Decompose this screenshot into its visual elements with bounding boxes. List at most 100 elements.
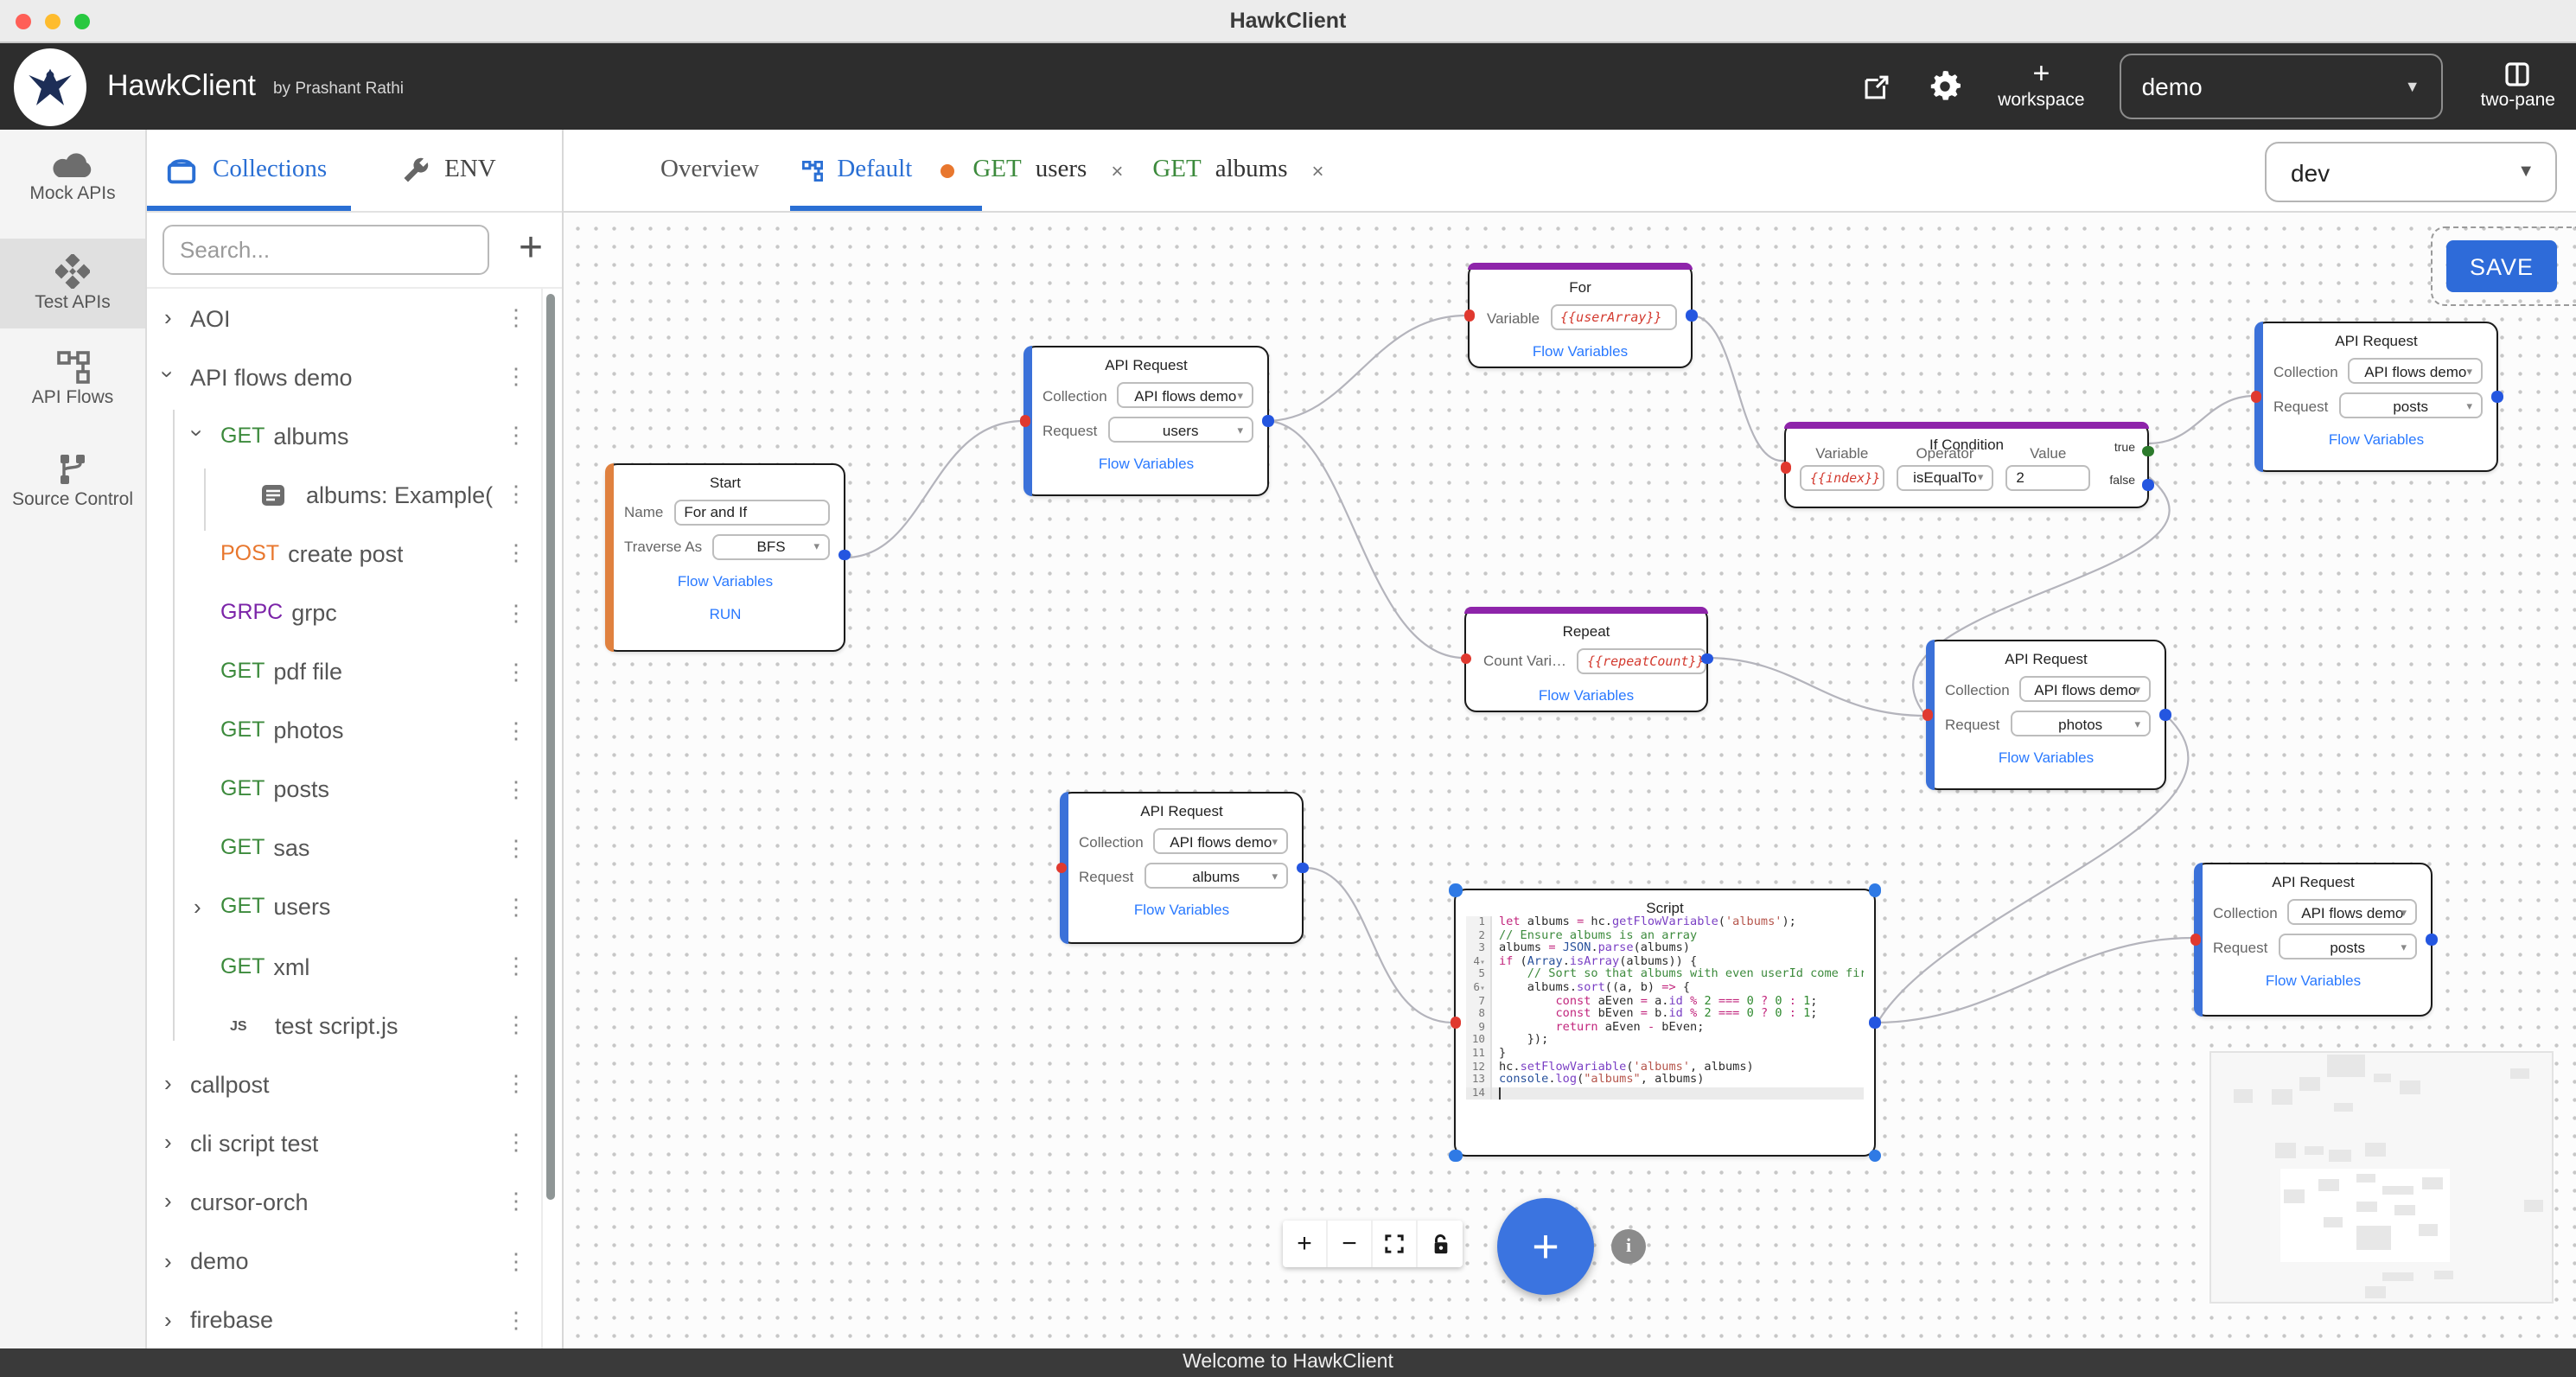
- tree-item-albums[interactable]: ›GETalbums⋮: [147, 406, 562, 465]
- tree-item-sas[interactable]: GETsas⋮: [147, 819, 562, 878]
- resize-handle[interactable]: [1449, 1149, 1462, 1162]
- tree-item-callpost[interactable]: ›callpost⋮: [147, 1055, 562, 1113]
- kebab-menu-icon[interactable]: ⋮: [505, 599, 527, 627]
- api-request-node-posts_top[interactable]: API Request Collection API flows demo▾ R…: [2254, 322, 2498, 472]
- chevron-down-icon[interactable]: ›: [155, 371, 181, 379]
- tab-default-flow[interactable]: Default: [802, 156, 912, 185]
- flow-canvas[interactable]: SAVE Start Name For and If Traverse As B…: [564, 213, 2576, 1348]
- tree-item-create-post[interactable]: POSTcreate post⋮: [147, 525, 562, 583]
- input-port[interactable]: [1780, 462, 1791, 473]
- tree-item-firebase[interactable]: ›firebase⋮: [147, 1291, 562, 1348]
- request-select[interactable]: photos▾: [2010, 711, 2151, 736]
- settings-gear-icon[interactable]: [1929, 71, 1960, 102]
- tab-overview[interactable]: Overview: [660, 156, 759, 185]
- input-port[interactable]: [1922, 710, 1933, 721]
- false-output-port[interactable]: [2142, 479, 2153, 490]
- search-input[interactable]: [163, 225, 489, 275]
- request-select[interactable]: posts▾: [2278, 934, 2417, 959]
- operator-select[interactable]: isEqualTo▾: [1897, 464, 1994, 490]
- flow-variables-link[interactable]: Flow Variables: [1928, 749, 2165, 766]
- tree-item-test-script-js[interactable]: JStest script.js⋮: [147, 996, 562, 1055]
- tree-item-posts[interactable]: GETposts⋮: [147, 761, 562, 819]
- kebab-menu-icon[interactable]: ⋮: [505, 1247, 527, 1275]
- kebab-menu-icon[interactable]: ⋮: [505, 658, 527, 685]
- name-input[interactable]: For and If: [673, 499, 830, 525]
- rail-item-test-apis[interactable]: Test APIs: [0, 239, 145, 328]
- chevron-right-icon[interactable]: ›: [164, 1070, 172, 1096]
- output-port[interactable]: [1869, 1017, 1880, 1029]
- kebab-menu-icon[interactable]: ⋮: [505, 1306, 527, 1334]
- chevron-right-icon[interactable]: ›: [164, 1130, 172, 1156]
- tree-item-cli-script-test[interactable]: ›cli script test⋮: [147, 1114, 562, 1173]
- chevron-right-icon[interactable]: ›: [164, 1189, 172, 1214]
- resize-handle[interactable]: [1868, 1149, 1881, 1162]
- kebab-menu-icon[interactable]: ⋮: [505, 1189, 527, 1216]
- resize-handle[interactable]: [1868, 883, 1881, 896]
- chevron-right-icon[interactable]: ›: [164, 1306, 172, 1332]
- output-port[interactable]: [2159, 710, 2171, 721]
- open-in-new-icon[interactable]: [1861, 72, 1891, 101]
- info-button[interactable]: i: [1611, 1229, 1646, 1264]
- tab-env[interactable]: ENV: [403, 156, 496, 185]
- zoom-out-button[interactable]: −: [1328, 1221, 1373, 1267]
- kebab-menu-icon[interactable]: ⋮: [505, 363, 527, 391]
- tab-get-users[interactable]: GET users ×: [972, 156, 1123, 185]
- flow-variables-link[interactable]: Flow Variables: [1470, 342, 1691, 360]
- minimap[interactable]: [2209, 1051, 2554, 1304]
- repeat-node[interactable]: Repeat Count Vari… {{repeatCount}} Flow …: [1464, 606, 1708, 711]
- tab-collections[interactable]: Collections: [166, 156, 327, 185]
- input-port[interactable]: [2190, 934, 2201, 946]
- environment-select[interactable]: dev ▼: [2265, 142, 2557, 202]
- workspace-select[interactable]: demo ▼: [2120, 54, 2443, 119]
- flow-variables-link[interactable]: Flow Variables: [1025, 455, 1267, 472]
- rail-item-api-flows[interactable]: API Flows: [0, 344, 145, 419]
- kebab-menu-icon[interactable]: ⋮: [505, 835, 527, 863]
- kebab-menu-icon[interactable]: ⋮: [505, 717, 527, 744]
- input-port[interactable]: [2250, 392, 2261, 403]
- api-request-node-posts_bottom[interactable]: API Request Collection API flows demo▾ R…: [2194, 863, 2433, 1017]
- add-node-fab[interactable]: +: [1497, 1198, 1594, 1295]
- flow-variables-link[interactable]: Flow Variables: [1466, 685, 1706, 703]
- output-port[interactable]: [1701, 653, 1712, 665]
- collection-select[interactable]: API flows demo▾: [2288, 899, 2417, 925]
- tree-item-demo[interactable]: ›demo⋮: [147, 1232, 562, 1291]
- input-port[interactable]: [1460, 653, 1471, 665]
- input-port[interactable]: [1450, 1017, 1461, 1029]
- collection-select[interactable]: API flows demo▾: [1154, 828, 1288, 854]
- add-workspace-button[interactable]: + workspace: [1998, 62, 2084, 111]
- collection-select[interactable]: API flows demo▾: [2020, 676, 2151, 702]
- collection-select[interactable]: API flows demo▾: [1118, 382, 1253, 408]
- variable-input[interactable]: {{userArray}}: [1550, 304, 1677, 330]
- api-request-node-users[interactable]: API Request Collection API flows demo▾ R…: [1023, 346, 1269, 496]
- fit-view-button[interactable]: [1373, 1221, 1418, 1267]
- script-node[interactable]: Script 1let albums = hc.getFlowVariable(…: [1454, 889, 1876, 1157]
- kebab-menu-icon[interactable]: ⋮: [505, 422, 527, 449]
- kebab-menu-icon[interactable]: ⋮: [505, 894, 527, 921]
- if-condition-node[interactable]: If Condition Variable {{index}} Operator…: [1784, 421, 2149, 507]
- input-port[interactable]: [1463, 310, 1475, 322]
- tree-item-aoi[interactable]: ›AOI⋮: [147, 289, 562, 347]
- tree-item-api-flows-demo[interactable]: ›API flows demo⋮: [147, 347, 562, 406]
- tree-item-grpc[interactable]: GRPCgrpc⋮: [147, 583, 562, 642]
- request-select[interactable]: users▾: [1107, 417, 1253, 443]
- output-port[interactable]: [2491, 392, 2503, 403]
- input-port[interactable]: [1019, 416, 1030, 427]
- flow-variables-link[interactable]: Flow Variables: [607, 571, 844, 589]
- two-pane-button[interactable]: two-pane: [2481, 62, 2555, 111]
- panel-scrollbar-thumb[interactable]: [545, 294, 554, 1200]
- kebab-menu-icon[interactable]: ⋮: [505, 540, 527, 568]
- request-select[interactable]: posts▾: [2338, 392, 2483, 418]
- flow-variables-link[interactable]: Flow Variables: [1062, 901, 1302, 918]
- output-port[interactable]: [2426, 934, 2437, 946]
- tree-item-xml[interactable]: GETxml⋮: [147, 937, 562, 996]
- traverse-select[interactable]: BFS▾: [712, 533, 830, 559]
- request-select[interactable]: albums▾: [1144, 863, 1288, 889]
- tree-item-cursor-orch[interactable]: ›cursor-orch⋮: [147, 1173, 562, 1232]
- tree-item-albums-example-[interactable]: albums: Example(⋮: [147, 466, 562, 525]
- add-collection-button[interactable]: +: [512, 223, 550, 275]
- resize-handle[interactable]: [1449, 883, 1462, 896]
- close-icon[interactable]: ×: [1312, 158, 1324, 182]
- chevron-down-icon[interactable]: ›: [184, 430, 210, 437]
- tab-get-albums[interactable]: GET albums ×: [1152, 156, 1323, 185]
- kebab-menu-icon[interactable]: ⋮: [505, 481, 527, 509]
